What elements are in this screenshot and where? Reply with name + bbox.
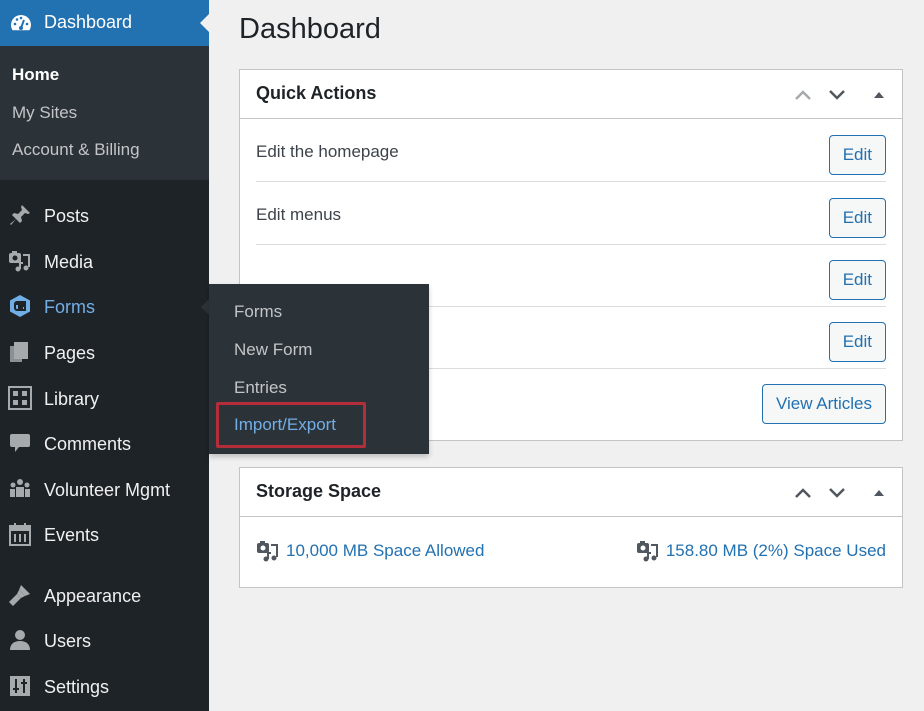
sidebar-item-label: Comments	[44, 434, 132, 454]
flyout-item-forms[interactable]: Forms	[234, 302, 282, 322]
sidebar-item-posts[interactable]: Posts	[0, 195, 209, 237]
move-up-icon[interactable]	[792, 84, 814, 106]
forms-flyout-menu: Forms New Form Entries Import/Export	[209, 284, 429, 454]
widget-header: Quick Actions	[240, 70, 902, 119]
sidebar-item-pages[interactable]: Pages	[0, 332, 209, 374]
edit-button[interactable]: Edit	[828, 135, 886, 175]
page-title: Dashboard	[239, 13, 381, 45]
submenu-item-account-billing[interactable]: Account & Billing	[12, 140, 140, 160]
storage-space-widget: Storage Space 10,000 MB Space Allowed 15…	[239, 467, 903, 588]
sidebar-item-label: Settings	[44, 677, 110, 697]
settings-icon	[10, 676, 30, 696]
quick-action-label: Edit menus	[256, 205, 342, 224]
sidebar-item-appearance[interactable]: Appearance	[0, 575, 209, 617]
media-icon	[257, 541, 278, 562]
sidebar-item-media[interactable]: Media	[0, 241, 209, 283]
dashboard-submenu: Home My Sites Account & Billing	[0, 46, 209, 178]
collapse-toggle-icon[interactable]	[868, 84, 890, 106]
sidebar-item-volunteer-mgmt[interactable]: Volunteer Mgmt	[0, 469, 209, 511]
view-articles-button[interactable]: View Articles	[761, 384, 886, 424]
dashboard-icon	[11, 15, 31, 31]
submenu-item-home[interactable]: Home	[12, 65, 59, 85]
space-allowed-text: 10,000 MB Space Allowed	[286, 541, 485, 560]
groups-icon	[10, 479, 30, 497]
sidebar-item-label: Posts	[44, 206, 90, 226]
sidebar-item-events[interactable]: Events	[0, 514, 209, 556]
sidebar-separator	[0, 178, 209, 180]
sidebar-item-users[interactable]: Users	[0, 620, 209, 662]
quick-action-row: Edit menus Edit	[256, 183, 886, 245]
sidebar-item-label: Dashboard	[44, 12, 133, 32]
storage-body: 10,000 MB Space Allowed 158.80 MB (2%) S…	[240, 517, 902, 585]
flyout-item-entries[interactable]: Entries	[234, 378, 287, 398]
quick-action-label: Edit the homepage	[256, 142, 399, 161]
flyout-item-new-form[interactable]: New Form	[234, 340, 312, 360]
edit-button[interactable]: Edit	[828, 260, 886, 300]
pages-icon	[10, 342, 28, 362]
paintbrush-icon	[9, 585, 30, 606]
current-indicator-arrow	[200, 14, 209, 32]
comment-icon	[10, 434, 30, 452]
sidebar-item-label: Forms	[44, 297, 95, 317]
submenu-item-my-sites[interactable]: My Sites	[12, 103, 77, 123]
sidebar-item-label: Pages	[44, 343, 96, 363]
space-used-link[interactable]: 158.80 MB (2%) Space Used	[636, 539, 886, 563]
sidebar-item-comments[interactable]: Comments	[0, 423, 209, 465]
widget-header: Storage Space	[240, 468, 902, 517]
user-icon	[10, 630, 30, 650]
edit-button[interactable]: Edit	[828, 322, 886, 362]
sidebar-item-label: Volunteer Mgmt	[44, 480, 171, 500]
move-down-icon[interactable]	[826, 84, 848, 106]
widget-title: Quick Actions	[256, 83, 377, 103]
admin-sidebar: Dashboard Home My Sites Account & Billin…	[0, 0, 209, 711]
sidebar-item-label: Library	[44, 389, 100, 409]
space-allowed-link[interactable]: 10,000 MB Space Allowed	[256, 539, 484, 563]
flyout-item-import-export[interactable]: Import/Export	[234, 415, 336, 435]
sidebar-item-settings[interactable]: Settings	[0, 666, 209, 708]
pin-icon	[10, 205, 30, 225]
flyout-pointer	[201, 299, 209, 315]
move-down-icon[interactable]	[826, 482, 848, 504]
sidebar-item-forms[interactable]: Forms	[0, 286, 209, 328]
sidebar-item-label: Events	[44, 525, 100, 545]
move-up-icon[interactable]	[792, 482, 814, 504]
sidebar-item-dashboard[interactable]: Dashboard	[0, 0, 209, 46]
sidebar-item-label: Appearance	[44, 586, 142, 606]
media-icon	[636, 541, 658, 562]
collapse-toggle-icon[interactable]	[868, 482, 890, 504]
space-used-text: 158.80 MB (2%) Space Used	[665, 541, 886, 560]
grid-icon	[8, 386, 32, 410]
quick-action-row: Edit the homepage Edit	[256, 120, 886, 182]
sidebar-item-label: Users	[44, 631, 92, 651]
media-icon	[9, 251, 30, 272]
sidebar-item-library[interactable]: Library	[0, 378, 209, 420]
sidebar-item-label: Media	[44, 252, 94, 272]
gravity-forms-icon	[10, 295, 30, 317]
edit-button[interactable]: Edit	[828, 198, 886, 238]
widget-title: Storage Space	[256, 481, 382, 501]
calendar-icon	[9, 523, 31, 546]
